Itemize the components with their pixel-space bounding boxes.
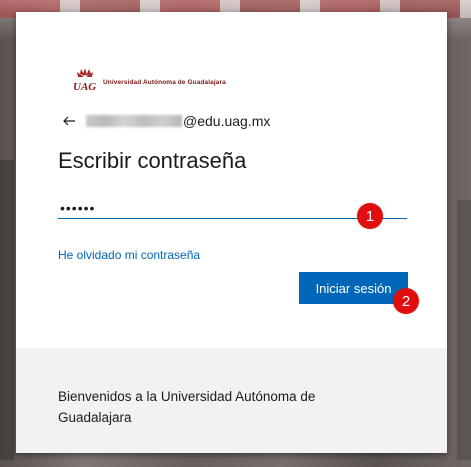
account-row: @edu.uag.mx (62, 113, 270, 129)
sign-in-card: UAG Universidad Autónoma de Guadalajara … (16, 12, 447, 453)
page-title: Escribir contraseña (58, 148, 247, 173)
svg-text:UAG: UAG (73, 81, 96, 92)
background-shadow-right (457, 200, 471, 460)
password-input[interactable]: •••••• (58, 196, 407, 219)
redacted-username (86, 115, 182, 127)
welcome-message: Bienvenidos a la Universidad Autónoma de… (58, 389, 316, 425)
step-badge-2: 2 (393, 288, 419, 314)
uag-logo-icon: UAG (71, 66, 99, 92)
forgot-password-link[interactable]: He olvidado mi contraseña (58, 248, 200, 262)
account-email-domain: @edu.uag.mx (183, 113, 271, 129)
university-name: Universidad Autónoma de Guadalajara (103, 78, 226, 86)
footer-panel: Bienvenidos a la Universidad Autónoma de… (16, 348, 447, 453)
background-shadow-left (0, 160, 14, 460)
back-arrow-icon[interactable] (62, 114, 76, 128)
password-value: •••••• (60, 200, 96, 216)
step-badge-1: 1 (357, 203, 383, 229)
university-logo: UAG Universidad Autónoma de Guadalajara (71, 66, 226, 92)
sign-in-button[interactable]: Iniciar sesión (299, 272, 408, 304)
